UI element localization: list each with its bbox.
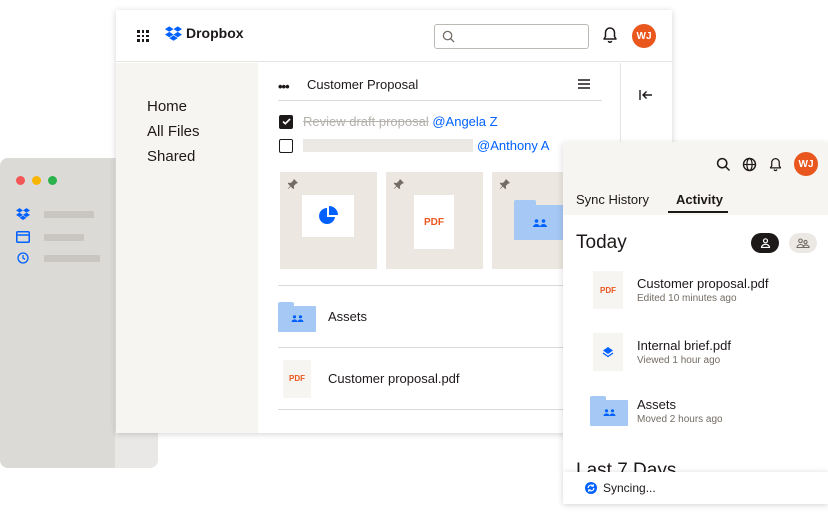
activity-detail: Edited 10 minutes ago (637, 293, 737, 304)
pdf-file-icon: PDF (283, 359, 311, 398)
pin-icon[interactable] (499, 178, 511, 190)
filter-team-toggle[interactable] (789, 233, 817, 253)
section-heading-today: Today (576, 232, 627, 253)
pin-icon[interactable] (287, 178, 299, 190)
pdf-label: PDF (424, 216, 444, 228)
list-menu-icon[interactable] (578, 79, 590, 89)
activity-item[interactable]: Assets Moved 2 hours ago (590, 396, 723, 426)
zoom-window-button[interactable] (48, 176, 57, 185)
sync-status-toast: Syncing... (563, 472, 828, 504)
pin-icon[interactable] (393, 178, 405, 190)
document-title: Customer Proposal (307, 77, 419, 92)
task-mention[interactable]: @Angela Z (432, 114, 497, 129)
file-name: Customer proposal.pdf (328, 371, 460, 386)
people-icon (796, 238, 810, 248)
tab-sync-history[interactable]: Sync History (576, 192, 649, 207)
pinned-item-pdf[interactable]: PDF (386, 172, 483, 269)
task-item: Review draft proposal @Angela Z (279, 114, 498, 129)
pdf-label: PDF (289, 374, 305, 383)
task-text-placeholder (303, 139, 473, 152)
pie-chart-icon (319, 206, 338, 224)
pinned-item-chart[interactable] (280, 172, 377, 269)
sync-icon (585, 482, 597, 494)
paper-doc-icon (593, 333, 623, 371)
activity-item[interactable]: Internal brief.pdf Viewed 1 hour ago (593, 333, 731, 371)
task-mention[interactable]: @Anthony A (477, 138, 549, 153)
task-item: @Anthony A (279, 138, 549, 153)
active-tab-indicator (668, 211, 728, 213)
filter-mine-toggle[interactable] (751, 233, 779, 253)
activity-detail: Viewed 1 hour ago (637, 355, 721, 366)
avatar[interactable]: WJ (632, 24, 656, 48)
check-icon (281, 118, 291, 125)
desktop-nav-placeholder (44, 233, 84, 241)
desktop-nav-placeholder (44, 254, 100, 262)
sidebar-item-shared[interactable]: Shared (147, 148, 195, 165)
app-grid-icon[interactable] (137, 30, 149, 42)
activity-file-name: Customer proposal.pdf (637, 276, 769, 291)
desktop-nav-card[interactable] (16, 231, 84, 243)
close-window-button[interactable] (16, 176, 25, 185)
folder-icon (278, 301, 316, 332)
folder-icon (590, 396, 628, 426)
activity-item[interactable]: PDF Customer proposal.pdf Edited 10 minu… (593, 271, 769, 309)
task-checkbox[interactable] (279, 138, 293, 153)
card-icon (16, 231, 30, 243)
search-icon (442, 30, 455, 43)
desktop-sidebar (0, 158, 115, 468)
bell-icon[interactable] (602, 26, 618, 44)
desktop-nav-dropbox[interactable] (16, 208, 94, 220)
bell-icon[interactable] (768, 157, 783, 172)
file-name: Assets (328, 309, 368, 324)
task-checkbox[interactable] (279, 114, 293, 129)
minimize-window-button[interactable] (32, 176, 41, 185)
chart-thumbnail (302, 195, 354, 237)
search-input[interactable] (434, 24, 589, 49)
tab-activity[interactable]: Activity (676, 192, 723, 207)
shared-folder-icon (514, 200, 566, 240)
person-icon (760, 238, 770, 248)
collapse-panel-icon[interactable] (639, 89, 653, 101)
sidebar-item-home[interactable]: Home (147, 98, 187, 115)
panel-toolbar: WJ (716, 152, 818, 176)
desktop-nav-placeholder (44, 210, 94, 218)
task-text: Review draft proposal (303, 114, 429, 129)
search-icon[interactable] (716, 157, 731, 172)
activity-panel: WJ Sync History Activity Today PDF Custo… (563, 142, 828, 472)
activity-file-name: Assets (637, 397, 677, 412)
pdf-thumbnail: PDF (414, 195, 454, 249)
sync-status-text: Syncing... (603, 481, 656, 495)
activity-file-name: Internal brief.pdf (637, 338, 731, 353)
window-controls (16, 176, 57, 185)
sidebar: Home All Files Shared (116, 63, 258, 433)
top-bar: Dropbox WJ (116, 10, 672, 62)
pdf-label: PDF (600, 285, 616, 295)
globe-icon[interactable] (742, 157, 757, 172)
sidebar-item-all-files[interactable]: All Files (147, 123, 200, 140)
activity-detail: Moved 2 hours ago (637, 414, 723, 425)
panel-header: WJ Sync History Activity (563, 142, 828, 215)
more-options-icon[interactable]: ••• (278, 80, 290, 93)
document-header: ••• Customer Proposal (278, 75, 602, 101)
avatar[interactable]: WJ (794, 152, 818, 176)
dropbox-logo[interactable]: Dropbox (165, 25, 244, 41)
logo-text: Dropbox (186, 25, 244, 41)
dropbox-logo-icon (165, 25, 182, 41)
dropbox-logo-icon (16, 208, 30, 220)
pdf-file-icon: PDF (593, 271, 623, 309)
desktop-nav-recents[interactable] (16, 252, 100, 264)
section-heading-last-7-days: Last 7 Days (576, 460, 677, 472)
clock-icon (17, 252, 29, 264)
